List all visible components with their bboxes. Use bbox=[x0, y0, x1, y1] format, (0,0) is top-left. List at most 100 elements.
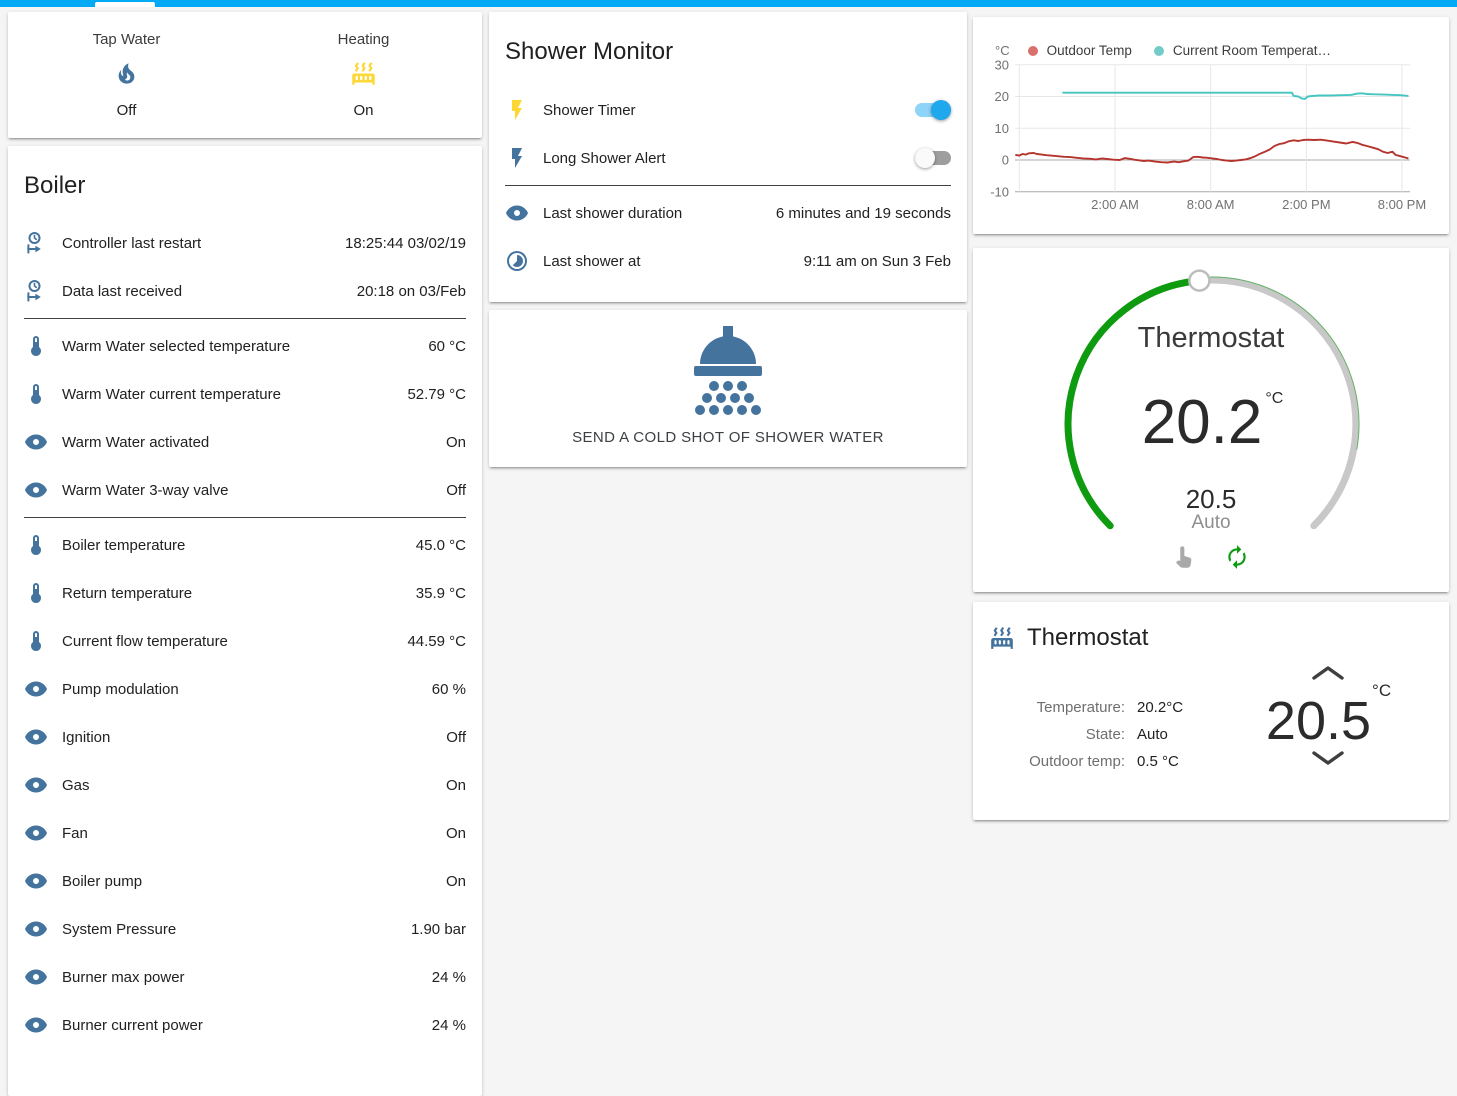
glance-state: Off bbox=[8, 102, 245, 119]
entity-row-return-temp[interactable]: Return temperature 35.9 °C bbox=[24, 569, 466, 617]
entity-row-long-shower-alert[interactable]: Long Shower Alert bbox=[505, 134, 951, 182]
entity-label: Last shower duration bbox=[543, 205, 776, 222]
entity-label: Warm Water selected temperature bbox=[62, 338, 428, 355]
entity-value: 18:25:44 03/02/19 bbox=[345, 235, 466, 252]
active-tab-indicator[interactable] bbox=[95, 2, 155, 7]
entity-label: Boiler pump bbox=[62, 873, 446, 890]
eye-icon bbox=[24, 773, 48, 797]
entity-label: Gas bbox=[62, 777, 446, 794]
dial-current-temperature: 20.2°C bbox=[973, 387, 1449, 458]
entity-row-pump-modulation[interactable]: Pump modulation 60 % bbox=[24, 665, 466, 713]
clock-start-icon bbox=[24, 231, 48, 255]
shower-timer-toggle[interactable] bbox=[915, 100, 951, 120]
dial-title: Thermostat bbox=[973, 322, 1449, 355]
svg-text:2:00 PM: 2:00 PM bbox=[1282, 197, 1330, 212]
flash-icon bbox=[505, 98, 529, 122]
svg-text:-10: -10 bbox=[990, 184, 1009, 199]
entity-row-last-shower-at[interactable]: Last shower at 9:11 am on Sun 3 Feb bbox=[505, 237, 951, 285]
entity-label: Ignition bbox=[62, 729, 446, 746]
attribute-label: State: bbox=[989, 721, 1125, 748]
entity-value: Off bbox=[446, 482, 466, 499]
svg-text:0: 0 bbox=[1002, 153, 1009, 168]
entity-row-burner-max-power[interactable]: Burner max power 24 % bbox=[24, 953, 466, 1001]
eye-icon bbox=[24, 821, 48, 845]
entity-value: 52.79 °C bbox=[407, 386, 466, 403]
entity-label: Data last received bbox=[62, 283, 357, 300]
thermostat-info-card: Thermostat Temperature:20.2°C State:Auto… bbox=[973, 602, 1449, 820]
decrease-setpoint-button[interactable] bbox=[1310, 749, 1346, 767]
attribute-value: 0.5 °C bbox=[1137, 748, 1179, 775]
entity-value: 6 minutes and 19 seconds bbox=[776, 205, 951, 222]
entity-label: Fan bbox=[62, 825, 446, 842]
thermostat-attributes: Temperature:20.2°C State:Auto Outdoor te… bbox=[989, 694, 1183, 775]
setpoint-stepper: 20.5°C bbox=[1243, 664, 1413, 772]
entity-row-ww-activated[interactable]: Warm Water activated On bbox=[24, 418, 466, 466]
svg-text:30: 30 bbox=[995, 57, 1009, 72]
temperature-history-card: °C Outdoor Temp Current Room Temperat… 3… bbox=[973, 17, 1449, 234]
glance-item-heating[interactable]: Heating On bbox=[245, 31, 482, 119]
entity-value: On bbox=[446, 873, 466, 890]
eye-icon bbox=[505, 201, 529, 225]
eye-icon bbox=[24, 430, 48, 454]
eye-icon bbox=[24, 1013, 48, 1037]
dial-handle[interactable] bbox=[1189, 271, 1209, 291]
shower-head-icon bbox=[680, 326, 776, 418]
card-title: Boiler bbox=[8, 146, 482, 202]
boiler-card: Boiler Controller last restart 18:25:44 … bbox=[8, 146, 482, 1096]
entity-row-data-last-received[interactable]: Data last received 20:18 on 03/Feb bbox=[24, 267, 466, 315]
thermometer-icon bbox=[24, 581, 48, 605]
entity-value: 9:11 am on Sun 3 Feb bbox=[804, 253, 951, 270]
glance-card: Tap Water Off Heating On bbox=[8, 12, 482, 138]
setpoint-value: 20.5°C bbox=[1243, 687, 1413, 749]
attribute-label: Temperature: bbox=[989, 694, 1125, 721]
entity-label: Burner max power bbox=[62, 969, 432, 986]
fire-icon[interactable] bbox=[113, 60, 140, 87]
temperature-chart: 3020100-102:00 AM8:00 AM2:00 PM8:00 PM bbox=[973, 17, 1449, 234]
entity-label: Burner current power bbox=[62, 1017, 432, 1034]
entity-label: Warm Water activated bbox=[62, 434, 446, 451]
cold-shot-button-label[interactable]: SEND A COLD SHOT OF SHOWER WATER bbox=[489, 429, 967, 446]
thermometer-icon bbox=[24, 334, 48, 358]
entity-row-fan[interactable]: Fan On bbox=[24, 809, 466, 857]
svg-text:2:00 AM: 2:00 AM bbox=[1091, 197, 1139, 212]
entity-label: Boiler temperature bbox=[62, 537, 416, 554]
entity-value: 35.9 °C bbox=[416, 585, 466, 602]
entity-row-burner-current-power[interactable]: Burner current power 24 % bbox=[24, 1001, 466, 1049]
setpoint-unit: °C bbox=[1372, 681, 1391, 700]
svg-text:8:00 AM: 8:00 AM bbox=[1187, 197, 1235, 212]
long-shower-alert-toggle[interactable] bbox=[915, 148, 951, 168]
entity-row-current-flow-temp[interactable]: Current flow temperature 44.59 °C bbox=[24, 617, 466, 665]
entity-value: On bbox=[446, 777, 466, 794]
thermometer-icon bbox=[24, 629, 48, 653]
entity-row-controller-last-restart[interactable]: Controller last restart 18:25:44 03/02/1… bbox=[24, 219, 466, 267]
entity-row-ww-3way-valve[interactable]: Warm Water 3-way valve Off bbox=[24, 466, 466, 514]
section-divider bbox=[24, 517, 466, 518]
glance-item-tap-water[interactable]: Tap Water Off bbox=[8, 31, 245, 119]
svg-text:8:00 PM: 8:00 PM bbox=[1378, 197, 1426, 212]
entity-row-boiler-pump[interactable]: Boiler pump On bbox=[24, 857, 466, 905]
attribute-value: 20.2°C bbox=[1137, 694, 1183, 721]
cold-shot-button-card[interactable]: SEND A COLD SHOT OF SHOWER WATER bbox=[489, 310, 967, 467]
entity-value: 45.0 °C bbox=[416, 537, 466, 554]
entity-label: Shower Timer bbox=[543, 102, 915, 119]
manual-mode-hand-icon[interactable] bbox=[1172, 544, 1198, 570]
auto-mode-refresh-icon[interactable] bbox=[1224, 544, 1250, 570]
radiator-icon[interactable] bbox=[350, 60, 377, 87]
eye-icon bbox=[24, 965, 48, 989]
entity-value: On bbox=[446, 434, 466, 451]
entity-label: Last shower at bbox=[543, 253, 804, 270]
entity-row-shower-timer[interactable]: Shower Timer bbox=[505, 86, 951, 134]
entity-value: On bbox=[446, 825, 466, 842]
entity-row-boiler-temp[interactable]: Boiler temperature 45.0 °C bbox=[24, 521, 466, 569]
eye-icon bbox=[24, 869, 48, 893]
entity-row-gas[interactable]: Gas On bbox=[24, 761, 466, 809]
shower-monitor-card: Shower Monitor Shower Timer Long Shower … bbox=[489, 12, 967, 302]
card-title: Shower Monitor bbox=[489, 12, 967, 68]
entity-row-system-pressure[interactable]: System Pressure 1.90 bar bbox=[24, 905, 466, 953]
entity-row-last-shower-duration[interactable]: Last shower duration 6 minutes and 19 se… bbox=[505, 189, 951, 237]
entity-row-ignition[interactable]: Ignition Off bbox=[24, 713, 466, 761]
entity-row-ww-current-temp[interactable]: Warm Water current temperature 52.79 °C bbox=[24, 370, 466, 418]
thermometer-icon bbox=[24, 382, 48, 406]
increase-setpoint-button[interactable] bbox=[1310, 664, 1346, 682]
entity-row-ww-selected-temp[interactable]: Warm Water selected temperature 60 °C bbox=[24, 322, 466, 370]
